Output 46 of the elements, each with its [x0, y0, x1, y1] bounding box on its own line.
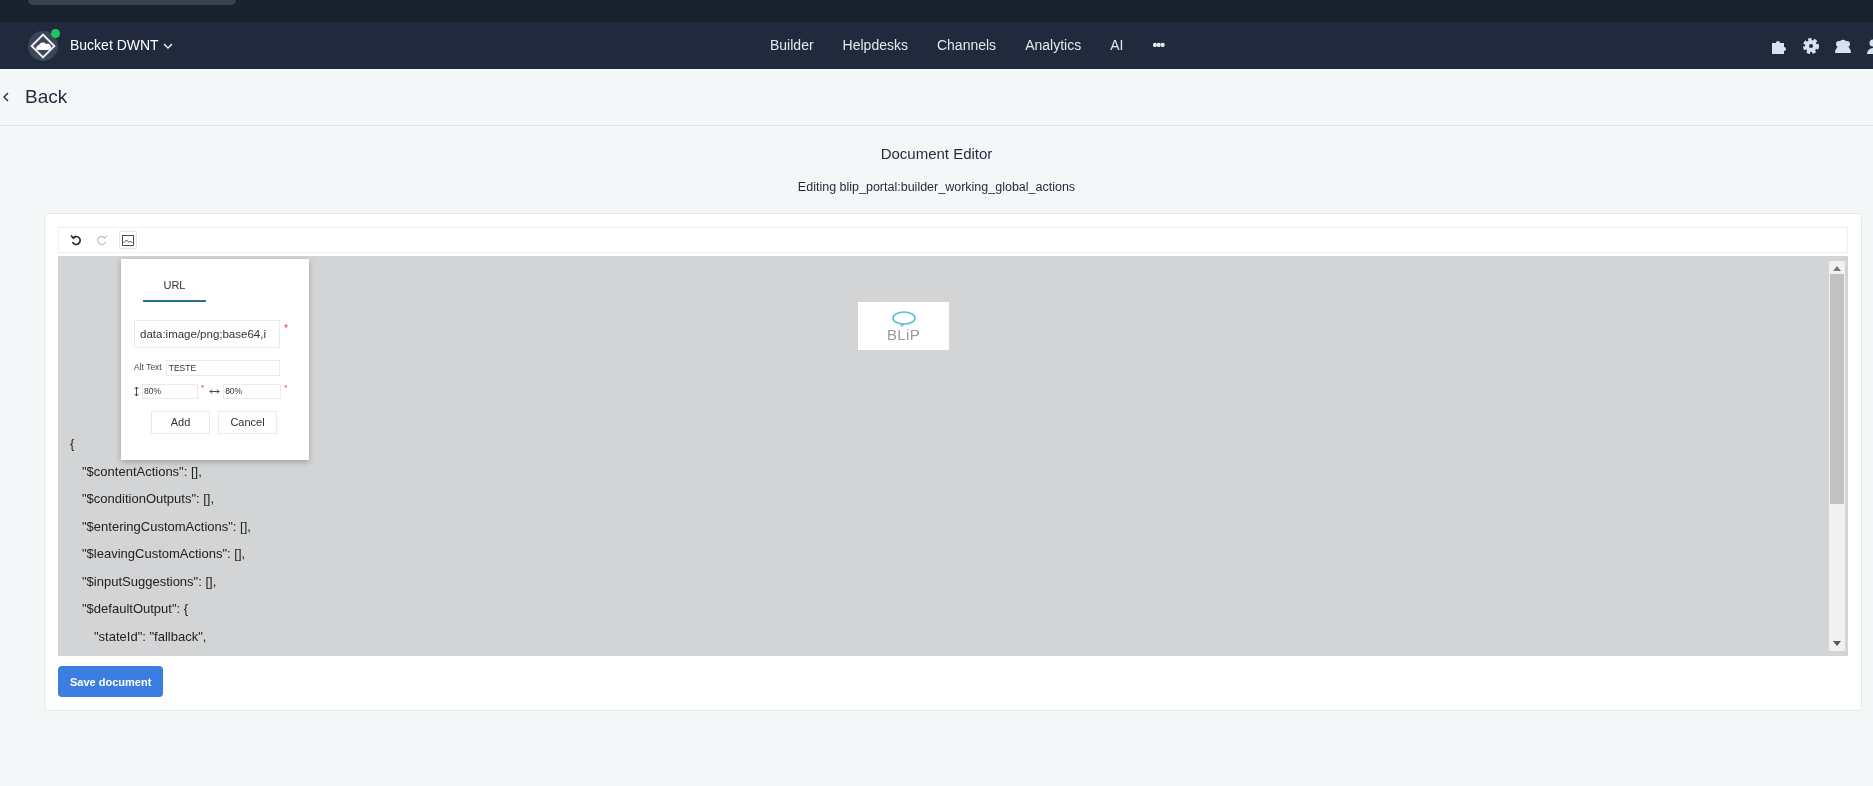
required-asterisk-icon: * — [284, 383, 288, 392]
scrollbar[interactable] — [1829, 261, 1845, 652]
nav-link[interactable]: Builder — [770, 35, 814, 56]
height-field[interactable]: 80% — [142, 383, 198, 399]
required-asterisk-icon: * — [284, 323, 288, 334]
code-line: "$enteringCustomActions": [], — [81, 518, 251, 534]
logo-text: BLiP — [886, 326, 921, 342]
alt-text-label: Alt Text — [134, 361, 162, 375]
redo-icon — [96, 234, 108, 247]
chevron-left-icon — [3, 92, 9, 102]
code-line: { — [70, 436, 75, 452]
more-menu-button[interactable]: ••• — [1152, 35, 1165, 56]
speech-bubble-icon — [890, 310, 917, 327]
vertical-arrows-icon — [134, 385, 139, 397]
back-button[interactable]: Back — [3, 82, 68, 112]
page-title: Document Editor — [880, 144, 993, 164]
nav-link[interactable]: Analytics — [1025, 35, 1082, 56]
scroll-up-arrow-icon[interactable] — [1833, 266, 1841, 272]
scroll-down-arrow-icon[interactable] — [1833, 641, 1841, 647]
cloud-logo-icon — [28, 30, 58, 61]
code-line: "$conditionOutputs": [], — [81, 491, 215, 507]
code-line: "stateId": "fallback", — [93, 628, 207, 644]
page-subtitle: Editing blip_portal:builder_working_global_actions — [797, 178, 1076, 196]
required-asterisk-icon: * — [201, 383, 205, 392]
width-field[interactable]: 80% — [223, 383, 282, 399]
horizontal-arrows-icon — [209, 388, 221, 394]
nav-link[interactable]: Channels — [936, 35, 997, 56]
alt-text-field[interactable]: TESTE — [165, 359, 280, 376]
workspace-dropdown[interactable]: Bucket DWNT — [70, 35, 173, 56]
nav-link[interactable]: Helpdesks — [842, 35, 908, 56]
add-button[interactable]: Add — [151, 410, 210, 434]
code-line: "$contentActions": [], — [81, 463, 202, 479]
settings-icon[interactable] — [1802, 36, 1820, 55]
cancel-button[interactable]: Cancel — [218, 410, 277, 434]
code-line: "$inputSuggestions": [], — [81, 573, 217, 589]
scrollbar-thumb[interactable] — [1830, 274, 1844, 505]
picture-icon — [122, 234, 134, 246]
url-field[interactable]: data:image/png;base64,i — [134, 319, 280, 348]
chevron-down-icon — [162, 42, 173, 49]
code-line: "$defaultOutput": { — [81, 601, 189, 617]
nav-link[interactable]: AI — [1110, 35, 1124, 56]
url-tab[interactable]: URL — [143, 277, 206, 302]
insert-image-button[interactable] — [119, 231, 137, 250]
save-document-button[interactable]: Save document — [58, 666, 164, 698]
code-line: "$leavingCustomActions": [], — [81, 546, 246, 562]
undo-icon — [70, 234, 82, 247]
